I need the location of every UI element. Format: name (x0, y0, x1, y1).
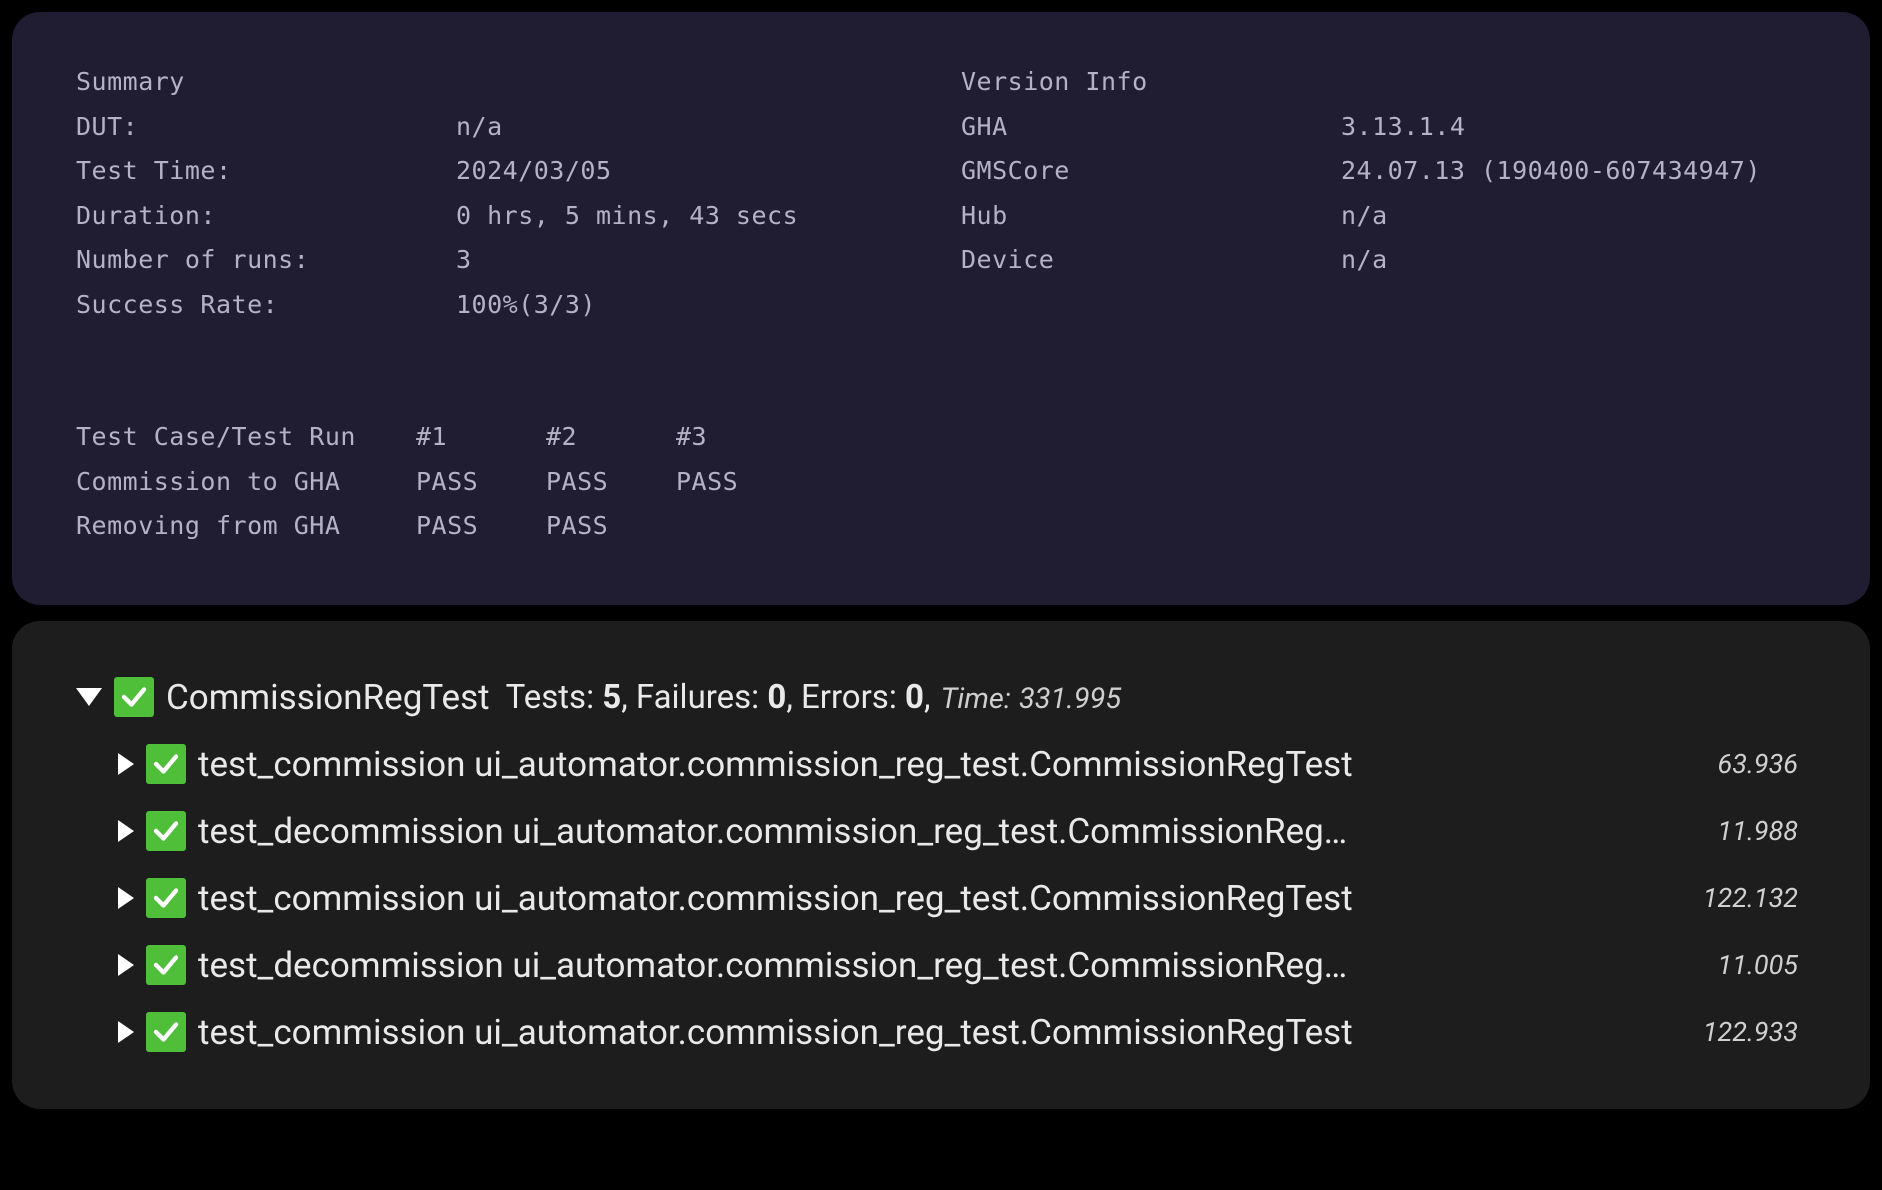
summary-heading: Summary (76, 60, 456, 105)
test-row[interactable]: test_commission ui_automator.commission_… (118, 1012, 1798, 1053)
test-row[interactable]: test_decommission ui_automator.commissio… (118, 945, 1798, 986)
runs-header-col: #3 (676, 415, 806, 460)
test-name: test_commission (198, 878, 465, 919)
test-row[interactable]: test_commission ui_automator.commission_… (118, 744, 1798, 785)
expand-icon[interactable] (118, 1021, 134, 1043)
runs-row-label: Commission to GHA (76, 460, 416, 505)
runs-row-label: Removing from GHA (76, 504, 416, 549)
version-column: Version Info GHA3.13.1.4 GMSCore24.07.13… (961, 60, 1806, 327)
check-icon (146, 744, 186, 784)
test-path: ui_automator.commission_reg_test.Commiss… (512, 945, 1347, 986)
expand-icon[interactable] (118, 954, 134, 976)
version-value: 3.13.1.4 (1341, 105, 1806, 150)
test-results-panel: CommissionRegTest Tests: 5, Failures: 0,… (12, 621, 1870, 1109)
suite-stats: Tests: 5, Failures: 0, Errors: 0, Time: … (506, 678, 1122, 717)
test-time: 11.988 (1718, 815, 1798, 847)
version-value: 24.07.13 (190400-607434947) (1341, 149, 1806, 194)
version-key: Device (961, 238, 1341, 283)
check-icon (114, 677, 154, 717)
test-time: 122.933 (1703, 1016, 1798, 1048)
check-icon (146, 945, 186, 985)
summary-key: Number of runs: (76, 238, 456, 283)
test-path: ui_automator.commission_reg_test.Commiss… (512, 811, 1347, 852)
runs-table: Test Case/Test Run #1 #2 #3 Commission t… (76, 415, 1806, 549)
expand-icon[interactable] (118, 753, 134, 775)
summary-key: Test Time: (76, 149, 456, 194)
runs-cell (676, 504, 806, 549)
version-value: n/a (1341, 238, 1806, 283)
test-path: ui_automator.commission_reg_test.Commiss… (474, 744, 1353, 785)
summary-key: Duration: (76, 194, 456, 239)
test-path: ui_automator.commission_reg_test.Commiss… (474, 1012, 1353, 1053)
runs-cell: PASS (546, 504, 676, 549)
test-time: 11.005 (1718, 949, 1798, 981)
runs-header-label: Test Case/Test Run (76, 415, 416, 460)
expand-icon[interactable] (118, 820, 134, 842)
version-key: GMSCore (961, 149, 1341, 194)
suite-row[interactable]: CommissionRegTest Tests: 5, Failures: 0,… (76, 677, 1798, 718)
expand-icon[interactable] (118, 887, 134, 909)
runs-cell: PASS (546, 460, 676, 505)
runs-cell: PASS (676, 460, 806, 505)
summary-column: Summary DUT:n/a Test Time:2024/03/05 Dur… (76, 60, 921, 327)
summary-value: 100%(3/3) (456, 283, 921, 328)
check-icon (146, 1012, 186, 1052)
summary-value: 3 (456, 238, 921, 283)
test-time: 122.132 (1703, 882, 1798, 914)
runs-header-col: #1 (416, 415, 546, 460)
runs-cell: PASS (416, 460, 546, 505)
summary-value: 0 hrs, 5 mins, 43 secs (456, 194, 921, 239)
runs-header-col: #2 (546, 415, 676, 460)
version-heading: Version Info (961, 60, 1341, 105)
summary-value: n/a (456, 105, 921, 150)
check-icon (146, 878, 186, 918)
suite-name: CommissionRegTest (166, 677, 490, 718)
test-path: ui_automator.commission_reg_test.Commiss… (474, 878, 1353, 919)
summary-key: Success Rate: (76, 283, 456, 328)
test-row[interactable]: test_decommission ui_automator.commissio… (118, 811, 1798, 852)
test-time: 63.936 (1718, 748, 1798, 780)
test-name: test_commission (198, 1012, 465, 1053)
runs-cell: PASS (416, 504, 546, 549)
test-row[interactable]: test_commission ui_automator.commission_… (118, 878, 1798, 919)
summary-value: 2024/03/05 (456, 149, 921, 194)
test-name: test_decommission (198, 945, 504, 986)
summary-panel: Summary DUT:n/a Test Time:2024/03/05 Dur… (12, 12, 1870, 605)
test-name: test_decommission (198, 811, 504, 852)
check-icon (146, 811, 186, 851)
version-key: Hub (961, 194, 1341, 239)
test-name: test_commission (198, 744, 465, 785)
version-key: GHA (961, 105, 1341, 150)
collapse-icon[interactable] (76, 688, 102, 706)
summary-key: DUT: (76, 105, 456, 150)
version-value: n/a (1341, 194, 1806, 239)
